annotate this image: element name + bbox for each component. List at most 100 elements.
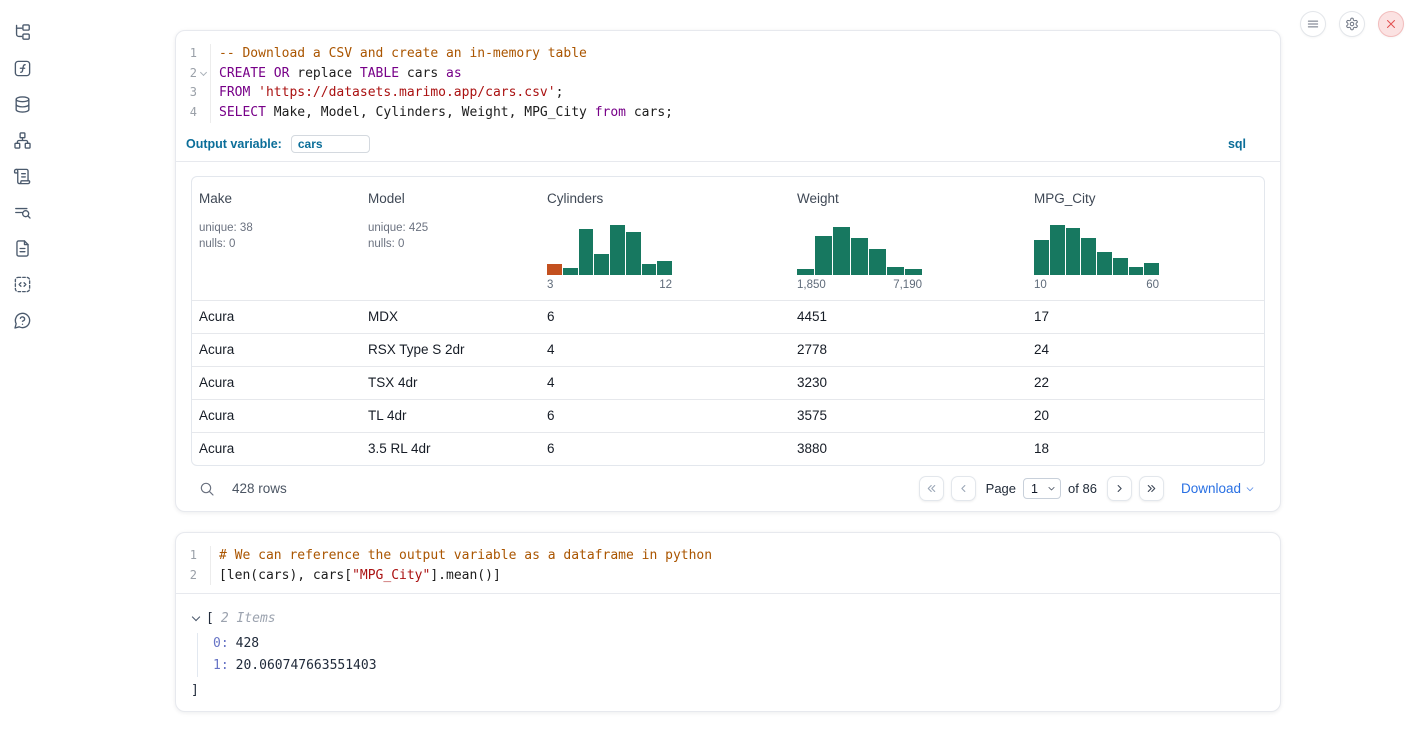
line-number-text: 1	[190, 546, 197, 566]
output-variable-input[interactable]	[291, 135, 370, 153]
code-token: # We can reference the output variable a…	[219, 548, 712, 563]
code-line: 2[len(cars), cars["MPG_City"].mean()]	[176, 566, 1280, 586]
histogram-bar	[1129, 267, 1144, 275]
close-x-icon	[1384, 17, 1398, 31]
code-token: [len(cars), cars[	[219, 568, 352, 583]
function-square-icon	[13, 59, 32, 78]
code-line: 3FROM 'https://datasets.marimo.app/cars.…	[176, 83, 1280, 103]
previous-page-button[interactable]	[951, 476, 976, 501]
histogram-bar	[563, 268, 578, 275]
tree-entry: 0:428	[213, 633, 1264, 655]
column-header[interactable]: Cylinders 312	[540, 177, 790, 300]
table-row[interactable]: AcuraTL 4dr6357520	[192, 399, 1264, 432]
scratchpad-scroll-icon	[13, 167, 32, 186]
sidebar-item-dependency-graph[interactable]	[8, 126, 36, 154]
python-cell: 1 # We can reference the output variable …	[175, 532, 1281, 712]
histogram-max-label: 7,190	[893, 279, 922, 291]
sidebar-item-snippets[interactable]	[8, 270, 36, 298]
last-page-button[interactable]	[1139, 476, 1164, 501]
histogram-bar	[657, 261, 672, 275]
table-row[interactable]: AcuraMDX6445117	[192, 300, 1264, 333]
tree-entry-key: 0:	[213, 636, 229, 651]
column-header[interactable]: MPG_City1060	[1027, 177, 1265, 300]
collapse-chevron-icon[interactable]	[192, 613, 200, 621]
document-icon	[13, 239, 32, 258]
table-footer: 428 rows Page 1 of 86	[191, 466, 1265, 512]
chevron-left-icon	[957, 482, 970, 495]
table-row[interactable]: AcuraTSX 4dr4323022	[192, 366, 1264, 399]
tree-entry: 1:20.060747663551403	[213, 655, 1264, 677]
line-number: 2	[176, 64, 210, 84]
column-stats: unique: 425nulls: 0	[368, 220, 532, 253]
snippets-code-icon	[13, 275, 32, 294]
line-number-text: 4	[190, 103, 197, 123]
histogram-min-label: 1,850	[797, 279, 826, 291]
language-label[interactable]: sql	[1228, 137, 1246, 151]
column-header[interactable]: Weight1,8507,190	[790, 177, 1027, 300]
python-cell-output: [ 2 Items 0:4281:20.060747663551403 ]	[176, 594, 1280, 700]
chevron-down-icon	[1245, 484, 1255, 494]
table-cell: Acura	[192, 342, 361, 357]
histogram-axis-labels: 10 60	[1034, 279, 1159, 291]
page-select[interactable]: 1	[1023, 478, 1061, 499]
sidebar-item-help[interactable]	[8, 306, 36, 334]
table-cell: TL 4dr	[361, 408, 540, 423]
table-cell: RSX Type S 2dr	[361, 342, 540, 357]
histogram-axis-labels: 312	[547, 279, 672, 291]
histogram-max-label: 60	[1146, 279, 1159, 291]
code-editor-python[interactable]: 1 # We can reference the output variable …	[176, 533, 1280, 585]
histogram-bar	[626, 232, 641, 275]
column-header[interactable]: Makeunique: 38nulls: 0	[192, 177, 361, 300]
code-token: SELECT	[219, 105, 266, 120]
column-name: Cylinders	[547, 191, 782, 206]
sidebar-item-documentation[interactable]	[8, 234, 36, 262]
code-line-text: [len(cars), cars["MPG_City"].mean()]	[210, 566, 501, 586]
code-editor-sql[interactable]: 1 -- Download a CSV and create an in-memo…	[176, 31, 1280, 123]
table-cell: MDX	[361, 309, 540, 324]
histogram-min-label: 10	[1034, 279, 1047, 291]
menu-button[interactable]	[1300, 11, 1326, 37]
code-line: 1 -- Download a CSV and create an in-memo…	[176, 44, 1280, 64]
gear-icon	[1345, 17, 1359, 31]
histogram-bar	[1050, 225, 1065, 275]
line-number-text: 1	[190, 44, 197, 64]
histogram-bar	[1034, 240, 1049, 275]
histogram-bars	[547, 223, 672, 275]
table-row[interactable]: AcuraRSX Type S 2dr4277824	[192, 333, 1264, 366]
code-line: 2CREATE OR replace TABLE cars as	[176, 64, 1280, 84]
download-label: Download	[1181, 481, 1241, 496]
download-button[interactable]: Download	[1181, 481, 1255, 496]
chevrons-left-icon	[925, 482, 938, 495]
column-header[interactable]: Model unique: 425nulls: 0	[361, 177, 540, 300]
sidebar-item-functions[interactable]	[8, 54, 36, 82]
column-stat-line: nulls: 0	[199, 236, 353, 253]
tree-entries: 0:4281:20.060747663551403	[197, 633, 1264, 677]
sidebar-item-datasources[interactable]	[8, 90, 36, 118]
sidebar-item-logs[interactable]	[8, 198, 36, 226]
histogram-bar	[579, 229, 594, 275]
table-cell: 3.5 RL 4dr	[361, 441, 540, 456]
sidebar-item-scratchpad[interactable]	[8, 162, 36, 190]
histogram-bar	[1097, 252, 1112, 275]
column-name: Model	[368, 191, 532, 206]
output-variable-label: Output variable:	[186, 137, 282, 151]
table-cell: 20	[1027, 408, 1265, 423]
close-button[interactable]	[1378, 11, 1404, 37]
fold-chevron-icon[interactable]	[200, 69, 207, 76]
table-row[interactable]: Acura3.5 RL 4dr6388018	[192, 432, 1264, 465]
code-token: ].mean()]	[430, 568, 500, 583]
table-cell: 2778	[790, 342, 1027, 357]
code-token: TABLE	[360, 66, 399, 81]
table-search-button[interactable]	[199, 481, 215, 497]
table-cell: 3880	[790, 441, 1027, 456]
code-line-text: -- Download a CSV and create an in-memor…	[210, 44, 587, 64]
page-select-value: 1	[1031, 482, 1038, 496]
settings-button[interactable]	[1339, 11, 1365, 37]
sidebar-item-file-tree[interactable]	[8, 18, 36, 46]
table-cell: Acura	[192, 375, 361, 390]
histogram-bar	[851, 238, 868, 275]
first-page-button[interactable]	[919, 476, 944, 501]
next-page-button[interactable]	[1107, 476, 1132, 501]
tree-entry-value: 428	[229, 636, 259, 651]
tree-output-header: [ 2 Items	[191, 611, 1264, 626]
